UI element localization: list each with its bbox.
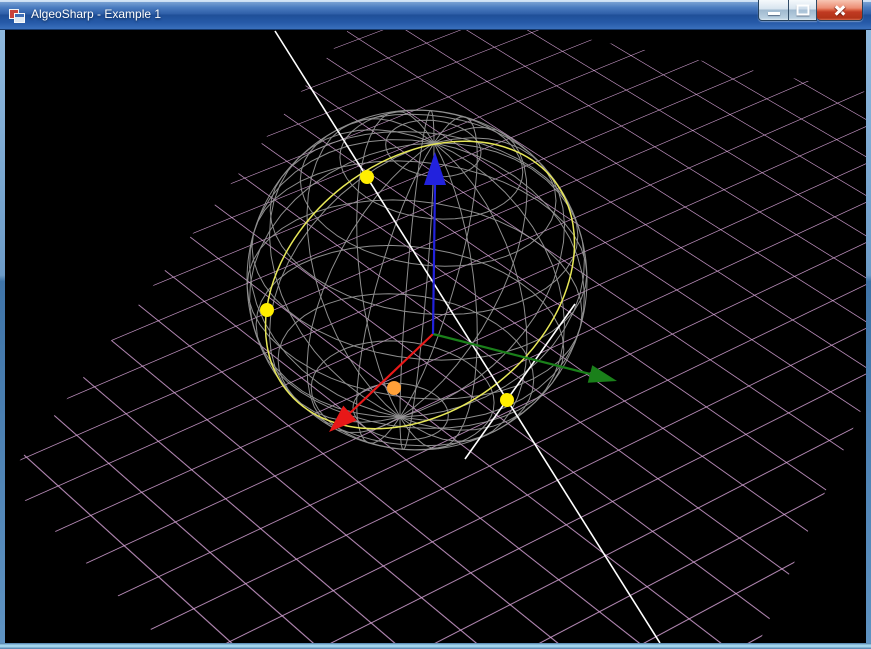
white-line-b	[464, 303, 576, 460]
z-axis	[424, 152, 446, 335]
minimize-icon	[767, 12, 780, 15]
y-axis-arrowhead	[587, 365, 617, 383]
app-icon	[9, 7, 25, 23]
yellow-great-circle	[264, 140, 576, 430]
maximize-icon	[796, 4, 809, 16]
titlebar[interactable]: AlgeoSharp - Example 1	[0, 0, 871, 30]
window-border-bottom	[0, 643, 871, 649]
point-left	[260, 303, 274, 317]
wireframe-sphere	[246, 109, 588, 451]
app-icon-form-square	[14, 13, 25, 23]
sphere-parallel	[277, 293, 535, 447]
maximize-button[interactable]	[789, 0, 817, 21]
minimize-button[interactable]	[758, 0, 789, 21]
white-line-a	[274, 30, 661, 643]
window-border-left	[0, 30, 5, 643]
point-orange	[387, 381, 401, 395]
point-right	[500, 393, 514, 407]
sphere-meridian	[306, 118, 435, 418]
close-button[interactable]	[817, 0, 863, 21]
app-window: AlgeoSharp - Example 1	[0, 0, 871, 649]
y-axis-shaft	[432, 332, 591, 376]
window-title: AlgeoSharp - Example 1	[31, 7, 162, 21]
z-axis-arrowhead	[424, 152, 446, 185]
window-border-right	[866, 30, 871, 643]
sphere-meridian	[306, 142, 435, 433]
scene-stage	[5, 30, 866, 643]
z-axis-shaft	[431, 184, 437, 335]
point-top	[360, 170, 374, 184]
caption-buttons	[758, 0, 863, 22]
close-icon	[833, 3, 847, 17]
viewport-3d[interactable]	[5, 30, 866, 643]
scene-graphics	[246, 30, 661, 643]
